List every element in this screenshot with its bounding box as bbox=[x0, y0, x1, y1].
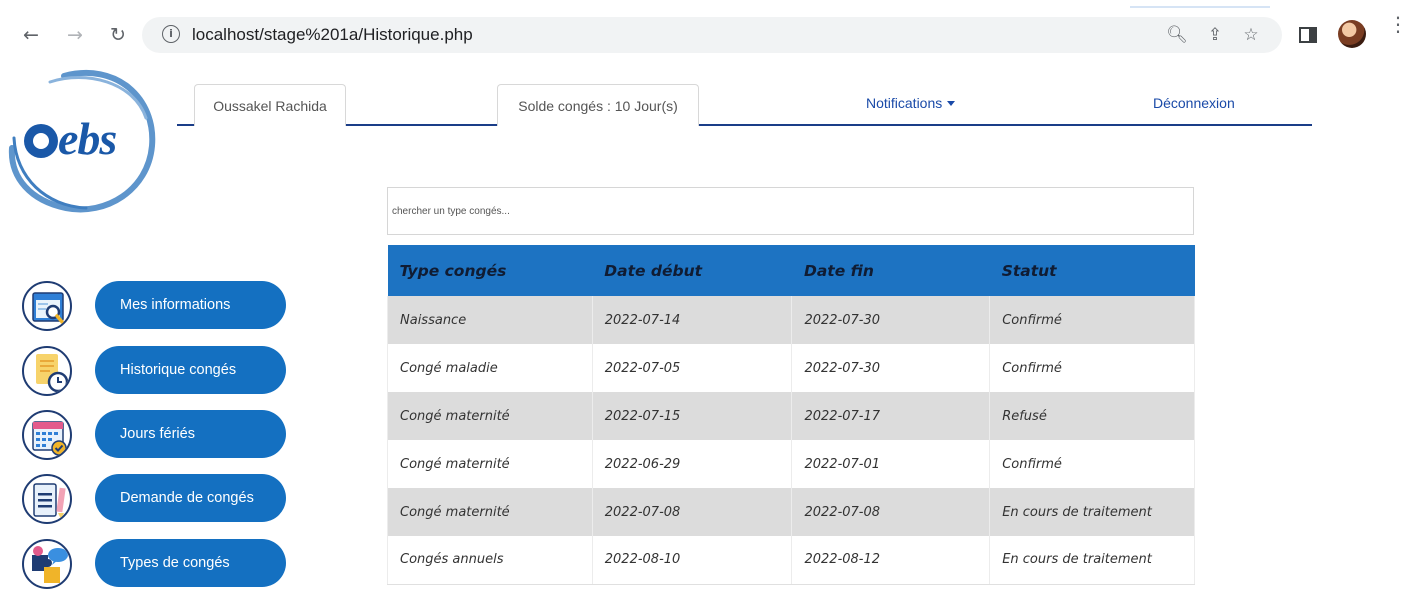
cell-status: Refusé bbox=[989, 392, 1195, 440]
logout-link[interactable]: Déconnexion bbox=[1153, 95, 1235, 111]
cell-leave-type: Congé maladie bbox=[387, 344, 593, 392]
table-row: Congé maternité 2022-06-29 2022-07-01 Co… bbox=[387, 440, 1195, 488]
cell-start-date: 2022-07-15 bbox=[591, 392, 792, 440]
cell-status: En cours de traitement bbox=[989, 536, 1195, 585]
document-clock-icon bbox=[22, 346, 72, 396]
cell-end-date: 2022-07-17 bbox=[791, 392, 990, 440]
cell-status: Confirmé bbox=[989, 344, 1195, 392]
cell-end-date: 2022-07-30 bbox=[791, 344, 990, 392]
sidebar-item-demande-de-conges[interactable]: Demande de congés bbox=[20, 474, 286, 524]
header-start-date[interactable]: Date début bbox=[592, 245, 792, 296]
cell-leave-type: Congés annuels bbox=[387, 536, 593, 585]
table-row: Congé maternité 2022-07-08 2022-07-08 En… bbox=[387, 488, 1195, 536]
user-name-tab[interactable]: Oussakel Rachida bbox=[194, 84, 346, 126]
sidebar-item-types-de-conges[interactable]: Types de congés bbox=[20, 539, 286, 589]
cell-leave-type: Congé maternité bbox=[387, 440, 593, 488]
header-end-date[interactable]: Date fin bbox=[791, 245, 990, 296]
calendar-check-icon bbox=[22, 410, 72, 460]
table-row: Naissance 2022-07-14 2022-07-30 Confirmé bbox=[387, 296, 1195, 344]
cell-end-date: 2022-07-08 bbox=[791, 488, 990, 536]
cell-start-date: 2022-07-14 bbox=[591, 296, 792, 344]
cell-end-date: 2022-07-01 bbox=[791, 440, 990, 488]
profile-avatar[interactable] bbox=[1338, 20, 1366, 48]
more-menu-icon[interactable]: ⋮ bbox=[1388, 14, 1408, 34]
topnav-underline bbox=[177, 124, 1312, 126]
browser-toolbar: ← → ↻ i localhost/stage%201a/Historique.… bbox=[0, 0, 1414, 62]
logo-g-mark bbox=[24, 124, 58, 158]
cell-start-date: 2022-08-10 bbox=[591, 536, 792, 585]
cell-end-date: 2022-07-30 bbox=[791, 296, 990, 344]
site-info-icon[interactable]: i bbox=[162, 25, 180, 43]
cell-leave-type: Congé maternité bbox=[387, 488, 593, 536]
zoom-icon[interactable]: 🔍︎ bbox=[1166, 24, 1188, 46]
sidebar-item-label[interactable]: Demande de congés bbox=[95, 474, 286, 522]
tab-strip-accent bbox=[1130, 6, 1270, 8]
sidebar-item-label[interactable]: Mes informations bbox=[95, 281, 286, 329]
cell-status: En cours de traitement bbox=[989, 488, 1195, 536]
share-icon[interactable]: ⇪ bbox=[1204, 24, 1226, 46]
sidebar-item-jours-feries[interactable]: Jours fériés bbox=[20, 410, 286, 460]
logo-wordmark: ebs bbox=[24, 112, 117, 165]
puzzle-chat-icon bbox=[22, 539, 72, 589]
sidebar-item-label[interactable]: Historique congés bbox=[95, 346, 286, 394]
company-logo: ebs bbox=[6, 68, 156, 216]
notifications-label: Notifications bbox=[866, 95, 943, 111]
table-row: Congés annuels 2022-08-10 2022-08-12 En … bbox=[387, 536, 1195, 585]
cell-status: Confirmé bbox=[989, 440, 1195, 488]
cell-start-date: 2022-06-29 bbox=[591, 440, 792, 488]
table-row: Congé maternité 2022-07-15 2022-07-17 Re… bbox=[387, 392, 1195, 440]
cell-start-date: 2022-07-08 bbox=[591, 488, 792, 536]
back-arrow-icon[interactable]: ← bbox=[16, 20, 46, 50]
side-panel-icon[interactable] bbox=[1299, 27, 1317, 43]
browser-magnifier-icon bbox=[22, 281, 72, 331]
reload-icon[interactable]: ↻ bbox=[103, 20, 133, 50]
caret-down-icon bbox=[947, 101, 956, 106]
sidebar-item-mes-informations[interactable]: Mes informations bbox=[20, 281, 286, 331]
bookmark-star-icon[interactable]: ☆ bbox=[1240, 24, 1262, 46]
sidebar-item-label[interactable]: Types de congés bbox=[95, 539, 286, 587]
cell-leave-type: Naissance bbox=[387, 296, 593, 344]
cell-start-date: 2022-07-05 bbox=[591, 344, 792, 392]
leave-history-table: Type congés Date début Date fin Statut N… bbox=[387, 245, 1195, 585]
search-input[interactable] bbox=[387, 187, 1194, 235]
header-status[interactable]: Statut bbox=[989, 245, 1195, 296]
sidebar-item-label[interactable]: Jours fériés bbox=[95, 410, 286, 458]
document-pencil-icon bbox=[22, 474, 72, 524]
forward-arrow-icon[interactable]: → bbox=[60, 20, 90, 50]
cell-leave-type: Congé maternité bbox=[387, 392, 593, 440]
header-leave-type[interactable]: Type congés bbox=[387, 245, 593, 296]
notifications-dropdown[interactable]: Notifications bbox=[866, 95, 956, 111]
sidebar-item-historique-conges[interactable]: Historique congés bbox=[20, 346, 286, 396]
cell-status: Confirmé bbox=[989, 296, 1195, 344]
address-url[interactable]: localhost/stage%201a/Historique.php bbox=[192, 25, 473, 45]
table-row: Congé maladie 2022-07-05 2022-07-30 Conf… bbox=[387, 344, 1195, 392]
logo-text: ebs bbox=[58, 113, 117, 164]
address-bar[interactable]: i localhost/stage%201a/Historique.php 🔍︎… bbox=[142, 17, 1282, 53]
cell-end-date: 2022-08-12 bbox=[791, 536, 990, 585]
leave-balance-tab[interactable]: Solde congés : 10 Jour(s) bbox=[497, 84, 699, 126]
table-header-row: Type congés Date début Date fin Statut bbox=[387, 245, 1195, 296]
